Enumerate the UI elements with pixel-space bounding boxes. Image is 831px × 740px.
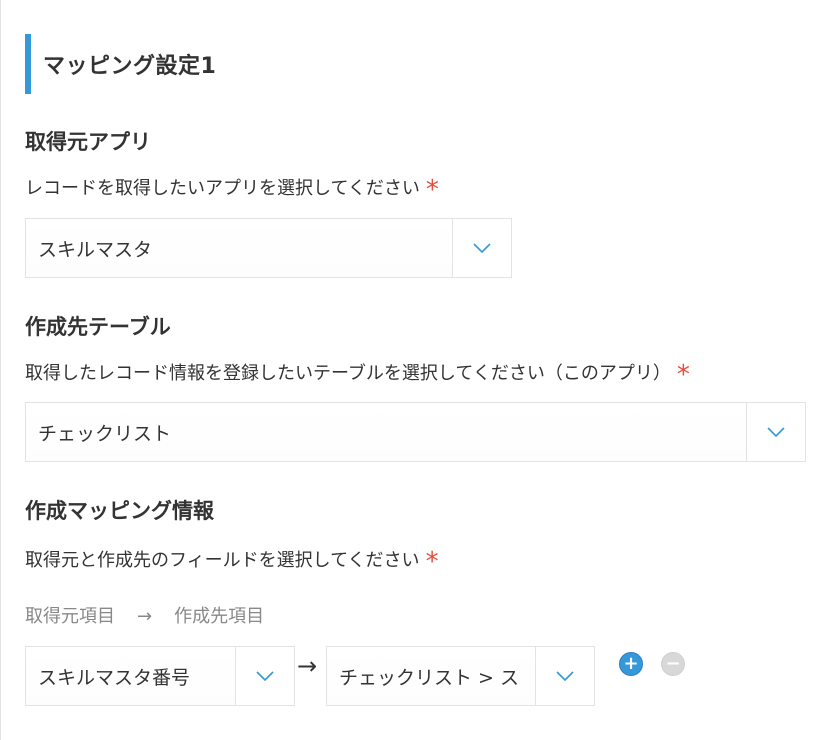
section-header: マッピング設定1 bbox=[25, 34, 216, 94]
target-table-description-text: 取得したレコード情報を登録したいテーブルを選択してください（このアプリ） bbox=[25, 363, 671, 384]
chevron-down-icon bbox=[767, 427, 785, 437]
mapping-source-select[interactable]: スキルマスタ番号 bbox=[25, 646, 295, 706]
required-mark: * bbox=[425, 175, 439, 205]
mapping-source-dropdown-toggle[interactable] bbox=[235, 647, 294, 705]
target-table-select[interactable]: チェックリスト bbox=[25, 402, 806, 462]
target-table-dropdown-toggle[interactable] bbox=[746, 403, 805, 461]
source-app-selected-value: スキルマスタ bbox=[26, 219, 452, 277]
caption-arrow: → bbox=[137, 606, 153, 627]
chevron-down-icon bbox=[473, 243, 491, 253]
target-table-selected-value: チェックリスト bbox=[26, 403, 746, 461]
mapping-source-selected-value: スキルマスタ番号 bbox=[26, 647, 235, 705]
mapping-description: 取得元と作成先のフィールドを選択してください * bbox=[25, 546, 439, 577]
source-app-label: 取得元アプリ bbox=[25, 130, 151, 154]
chevron-down-icon bbox=[256, 671, 274, 681]
minus-icon: − bbox=[665, 653, 681, 674]
remove-row-button[interactable]: − bbox=[661, 652, 685, 676]
source-app-description-text: レコードを取得したいアプリを選択してください bbox=[25, 178, 420, 199]
caption-source: 取得元項目 bbox=[25, 606, 115, 627]
mapping-description-text: 取得元と作成先のフィールドを選択してください bbox=[25, 550, 420, 571]
mapping-label: 作成マッピング情報 bbox=[25, 499, 214, 523]
required-mark: * bbox=[676, 360, 690, 390]
source-app-select[interactable]: スキルマスタ bbox=[25, 218, 512, 278]
source-app-dropdown-toggle[interactable] bbox=[452, 219, 511, 277]
caption-target: 作成先項目 bbox=[174, 606, 265, 627]
target-table-label: 作成先テーブル bbox=[25, 315, 171, 339]
chevron-down-icon bbox=[556, 671, 574, 681]
required-mark: * bbox=[425, 547, 439, 577]
mapping-arrow: → bbox=[297, 652, 318, 680]
page-border bbox=[0, 0, 1, 740]
mapping-caption: 取得元項目 → 作成先項目 bbox=[25, 602, 264, 628]
add-row-button[interactable]: + bbox=[619, 652, 643, 676]
source-app-description: レコードを取得したいアプリを選択してください * bbox=[25, 174, 439, 205]
mapping-target-select[interactable]: チェックリスト > ス bbox=[326, 646, 595, 706]
mapping-target-selected-value: チェックリスト > ス bbox=[327, 647, 535, 705]
target-table-description: 取得したレコード情報を登録したいテーブルを選択してください（このアプリ） * bbox=[25, 359, 690, 390]
plus-icon: + bbox=[623, 653, 639, 674]
section-title: マッピング設定1 bbox=[43, 54, 217, 79]
mapping-target-dropdown-toggle[interactable] bbox=[535, 647, 594, 705]
